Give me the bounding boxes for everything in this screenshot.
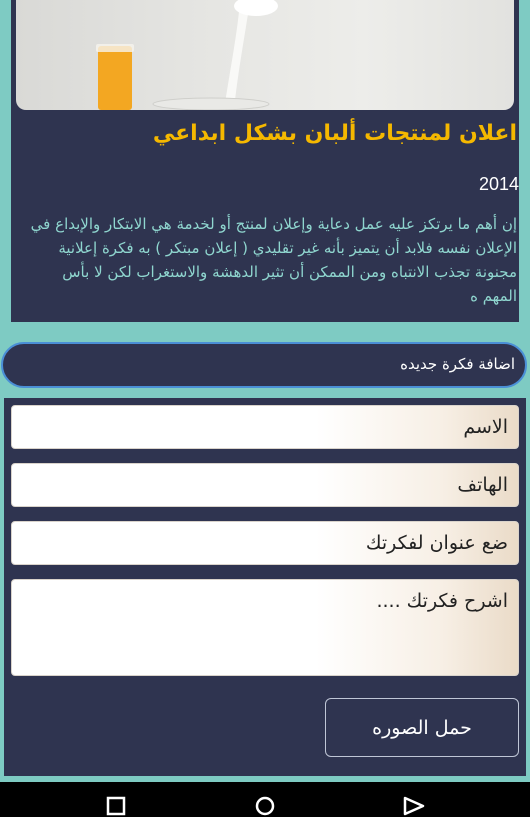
upload-image-button[interactable]: حمل الصوره (325, 698, 519, 757)
hero-illustration (96, 0, 278, 110)
system-nav-bar (0, 782, 530, 817)
milk-stream (224, 0, 250, 110)
article-year: 2014 (478, 174, 519, 194)
article-title[interactable]: اعلان لمنتجات ألبان بشكل ابداعي (37, 121, 517, 146)
name-field[interactable] (11, 405, 519, 449)
add-idea-bar[interactable]: اضافة فكرة جديده (1, 342, 527, 388)
idea-description-field[interactable] (11, 579, 519, 676)
recent-apps-icon[interactable] (105, 796, 127, 816)
add-idea-label: اضافة فكرة جديده (400, 355, 515, 373)
article-card[interactable]: اعلان لمنتجات ألبان بشكل ابداعي 2014 إن … (11, 0, 519, 322)
phone-field[interactable] (11, 463, 519, 507)
back-icon[interactable] (403, 796, 425, 816)
idea-title-field[interactable] (11, 521, 519, 565)
idea-form: حمل الصوره (4, 398, 526, 776)
article-body: إن أهم ما يرتكز عليه عمل دعاية وإعلان لم… (30, 215, 517, 305)
home-icon[interactable] (254, 796, 276, 816)
juice-glass (98, 46, 132, 110)
hero-image (16, 0, 514, 110)
